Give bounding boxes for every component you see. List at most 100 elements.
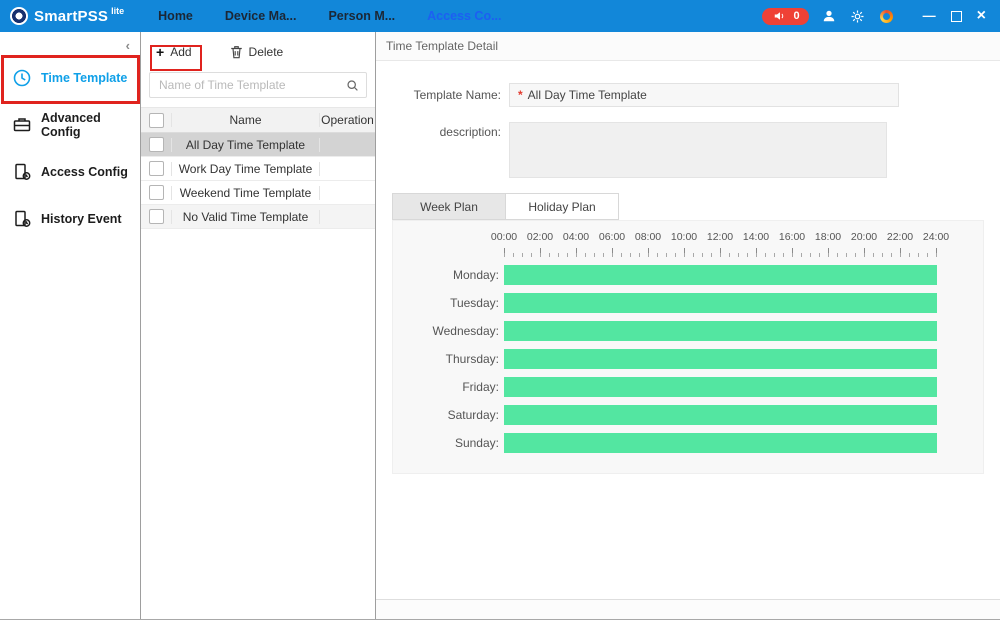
time-tick-label: 12:00 bbox=[707, 231, 733, 243]
template-name-value: All Day Time Template bbox=[528, 88, 647, 102]
day-label: Wednesday: bbox=[393, 324, 499, 338]
time-template-list-panel: + Add Delete bbox=[141, 32, 376, 620]
row-name: Work Day Time Template bbox=[171, 162, 320, 176]
required-asterisk: * bbox=[518, 88, 523, 102]
schedule-bar-saturday[interactable] bbox=[504, 405, 937, 425]
nav-item-person-manager[interactable]: Person M... bbox=[328, 9, 395, 23]
table-row[interactable]: Weekend Time Template bbox=[141, 181, 375, 205]
sidebar-item-advanced-config[interactable]: Advanced Config bbox=[0, 105, 140, 145]
plus-icon: + bbox=[156, 46, 164, 58]
window-controls: — × bbox=[923, 9, 986, 23]
user-icon[interactable] bbox=[820, 7, 838, 25]
tab-week-plan[interactable]: Week Plan bbox=[392, 193, 506, 220]
app-logo: SmartPSS lite bbox=[10, 7, 124, 25]
add-button-label: Add bbox=[170, 45, 191, 59]
plan-tabs: Week Plan Holiday Plan bbox=[392, 193, 1000, 220]
time-axis-labels: 00:00 02:00 04:00 06:00 08:00 10:00 12:0… bbox=[504, 231, 937, 245]
sidebar-item-access-config[interactable]: Access Config bbox=[0, 152, 140, 192]
close-button[interactable]: × bbox=[977, 9, 986, 23]
schedule-row-sunday: Sunday: bbox=[393, 429, 983, 457]
day-label: Saturday: bbox=[393, 408, 499, 422]
clock-icon bbox=[12, 68, 32, 88]
toolbox-icon bbox=[12, 115, 32, 135]
tab-holiday-plan[interactable]: Holiday Plan bbox=[505, 193, 619, 220]
trash-icon bbox=[230, 45, 243, 59]
row-checkbox[interactable] bbox=[149, 209, 164, 224]
brand-name: SmartPSS bbox=[34, 8, 108, 25]
description-label: description: bbox=[376, 122, 509, 178]
nav-item-home[interactable]: Home bbox=[158, 9, 193, 23]
nav-item-device-manager[interactable]: Device Ma... bbox=[225, 9, 297, 23]
time-tick-label: 06:00 bbox=[599, 231, 625, 243]
time-tick-label: 18:00 bbox=[815, 231, 841, 243]
time-ruler bbox=[504, 248, 937, 257]
brand-logo-icon bbox=[10, 7, 28, 25]
template-name-field[interactable]: * All Day Time Template bbox=[509, 83, 899, 107]
schedule-bar-wednesday[interactable] bbox=[504, 321, 937, 341]
row-checkbox[interactable] bbox=[149, 161, 164, 176]
day-label: Tuesday: bbox=[393, 296, 499, 310]
table-row[interactable]: No Valid Time Template bbox=[141, 205, 375, 229]
schedule-bar-tuesday[interactable] bbox=[504, 293, 937, 313]
schedule-bar-sunday[interactable] bbox=[504, 433, 937, 453]
time-tick-label: 10:00 bbox=[671, 231, 697, 243]
schedule-bar-thursday[interactable] bbox=[504, 349, 937, 369]
app-window: SmartPSS lite Home Device Ma... Person M… bbox=[0, 0, 1000, 627]
brand-suffix: lite bbox=[111, 6, 124, 16]
table-header: Name Operation bbox=[141, 107, 375, 133]
nav-item-access-control[interactable]: Access Co... bbox=[427, 9, 501, 23]
alarm-sound-badge[interactable]: 0 bbox=[762, 8, 809, 25]
detail-footer-bar bbox=[376, 599, 1000, 620]
list-toolbar: + Add Delete bbox=[141, 32, 375, 72]
maximize-button[interactable] bbox=[951, 11, 962, 22]
update-swirl-icon[interactable] bbox=[878, 7, 896, 25]
sidebar-items: Time Template Advanced Config Access Con… bbox=[0, 58, 140, 239]
week-plan-schedule: 00:00 02:00 04:00 06:00 08:00 10:00 12:0… bbox=[392, 220, 984, 474]
day-label: Friday: bbox=[393, 380, 499, 394]
schedule-row-monday: Monday: bbox=[393, 261, 983, 289]
collapse-sidebar-icon[interactable]: ‹ bbox=[126, 38, 130, 53]
row-name: All Day Time Template bbox=[171, 138, 320, 152]
day-label: Sunday: bbox=[393, 436, 499, 450]
schedule-bar-friday[interactable] bbox=[504, 377, 937, 397]
row-checkbox[interactable] bbox=[149, 185, 164, 200]
description-field[interactable] bbox=[509, 122, 887, 178]
title-bar: SmartPSS lite Home Device Ma... Person M… bbox=[0, 0, 1000, 32]
speaker-icon bbox=[771, 7, 789, 25]
template-name-label: Template Name: bbox=[376, 88, 509, 102]
schedule-bar-monday[interactable] bbox=[504, 265, 937, 285]
schedule-row-wednesday: Wednesday: bbox=[393, 317, 983, 345]
time-tick-label: 02:00 bbox=[527, 231, 553, 243]
table-row[interactable]: All Day Time Template bbox=[141, 133, 375, 157]
sidebar-item-label: History Event bbox=[41, 212, 122, 226]
add-button[interactable]: + Add bbox=[156, 45, 192, 59]
gear-icon[interactable] bbox=[849, 7, 867, 25]
time-template-detail-panel: Time Template Detail Template Name: * Al… bbox=[376, 32, 1000, 620]
time-tick-label: 20:00 bbox=[851, 231, 877, 243]
row-checkbox[interactable] bbox=[149, 137, 164, 152]
door-icon bbox=[12, 162, 32, 182]
search-box bbox=[149, 72, 367, 98]
schedule-row-saturday: Saturday: bbox=[393, 401, 983, 429]
minimize-button[interactable]: — bbox=[923, 11, 936, 21]
delete-button-label: Delete bbox=[249, 45, 284, 59]
time-tick-label: 00:00 bbox=[491, 231, 517, 243]
column-header-name: Name bbox=[171, 113, 320, 127]
time-tick-label: 24:00 bbox=[923, 231, 949, 243]
sidebar-item-label: Advanced Config bbox=[41, 111, 140, 139]
day-rows: Monday: Tuesday: Wednesday: Thursday: Fr… bbox=[393, 261, 983, 457]
sidebar-item-history-event[interactable]: History Event bbox=[0, 199, 140, 239]
time-tick-label: 22:00 bbox=[887, 231, 913, 243]
history-clock-icon bbox=[12, 209, 32, 229]
table-row[interactable]: Work Day Time Template bbox=[141, 157, 375, 181]
alarm-count: 0 bbox=[794, 10, 800, 22]
sidebar-item-label: Time Template bbox=[41, 71, 127, 85]
column-header-operation: Operation bbox=[320, 113, 375, 127]
search-input[interactable] bbox=[157, 77, 346, 93]
schedule-row-friday: Friday: bbox=[393, 373, 983, 401]
select-all-cell bbox=[141, 113, 171, 128]
delete-button[interactable]: Delete bbox=[230, 45, 284, 59]
select-all-checkbox[interactable] bbox=[149, 113, 164, 128]
sidebar-item-time-template[interactable]: Time Template bbox=[0, 58, 140, 98]
search-icon bbox=[346, 79, 359, 92]
